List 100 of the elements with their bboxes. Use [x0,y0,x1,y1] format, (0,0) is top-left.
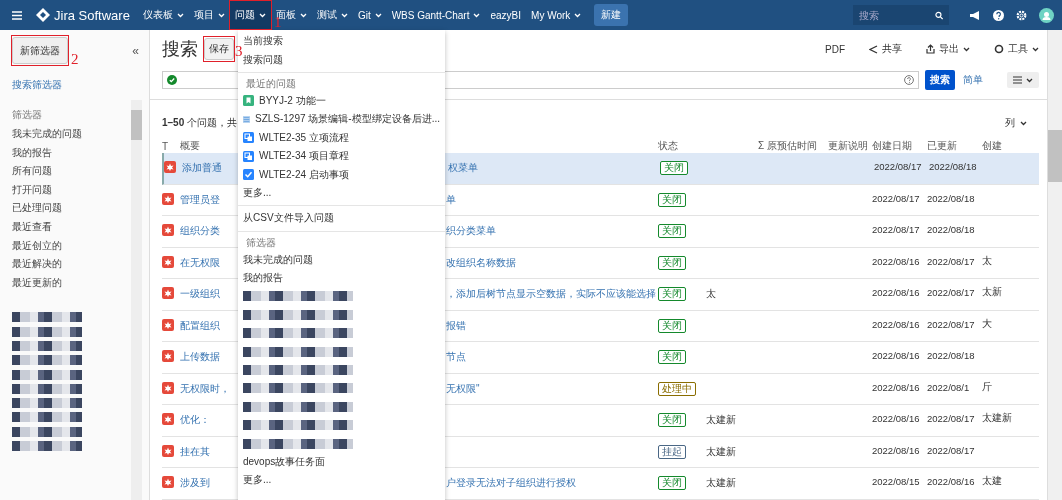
table-cell: 2022/08/17 [927,318,975,330]
column-header: 更新说明 [828,139,869,153]
issue-summary-link[interactable]: 组织分类 [180,225,220,236]
redacted-block [12,441,82,451]
new-filter-button[interactable]: 新筛选器 [12,37,68,64]
table-cell: 2022/08/16 [927,476,975,487]
sidebar-item[interactable]: 所有问题 [12,162,52,181]
table-cell: 2022/08/15 [872,476,920,487]
table-cell: 2022/08/17 [927,444,975,456]
nav-menu-item[interactable]: 测试 [311,0,353,30]
issue-summary-link[interactable]: 一级组织 [180,288,220,299]
search-icon [934,10,943,20]
squares-icon [243,132,254,144]
export-button[interactable]: 导出 [926,42,970,56]
sidebar-item[interactable]: 已处理问题 [12,199,62,218]
table-cell: 2022/08/18 [927,224,975,235]
menu-icon[interactable] [12,10,22,20]
issue-summary-link[interactable]: 无权限时， [180,382,230,394]
issue-summary-link[interactable]: 在无权限 [180,256,220,268]
issue-summary-link[interactable]: 报错 [446,319,466,331]
avatar-icon[interactable] [1039,7,1054,23]
collapse-button[interactable]: « [132,43,139,58]
issue-summary-link[interactable]: 单 [446,193,456,205]
checkbox-icon [243,169,254,181]
nav-menu-item[interactable]: 仪表板 [137,0,189,30]
product-name: Jira Software [54,7,130,23]
menu-item[interactable]: 更多... [238,471,445,490]
menu-item[interactable]: BYYJ-2 功能一 [238,91,445,111]
issue-summary-link[interactable]: ，添加后树节点显示空数据，实际不应该能选择 [446,288,656,299]
nav-menu-item[interactable]: My Work [526,0,587,30]
search-button[interactable]: 搜索 [925,70,955,90]
help-icon[interactable] [993,9,1004,21]
issue-summary-link[interactable]: 管理员登 [180,193,220,205]
columns-button[interactable]: 列 [1005,116,1027,130]
save-button[interactable]: 保存 [204,38,234,60]
redacted-block [12,383,82,394]
menu-item[interactable]: WLTE2-35 立项流程 [238,128,445,147]
menu-item[interactable]: 更多... [238,183,445,203]
issue-summary-link[interactable]: 挂在其 [180,445,210,457]
menu-item[interactable]: SZLS-1297 场景编辑-模型绑定设备后进... [238,110,445,129]
table-cell: 2022/08/17 [874,161,922,172]
issue-summary-link[interactable]: 户登录无法对子组织进行授权 [446,477,576,488]
menu-item[interactable]: WLTE2-24 启动事项 [238,165,445,184]
issue-summary-link[interactable]: 上传数据 [180,351,220,362]
sidebar-item[interactable]: 我的报告 [12,143,52,163]
issue-summary-link[interactable]: 节点 [446,351,466,362]
redacted-block [12,369,82,380]
create-button[interactable]: 新建 [594,4,629,26]
table-cell: 2022/08/18 [929,161,977,172]
column-header: 创建日期 [872,139,913,153]
scrollbar[interactable] [131,100,142,500]
sidebar-item[interactable]: 打开问题 [12,180,52,200]
redacted-block [12,355,82,366]
table-cell: 2022/08/17 [872,224,920,235]
splat-icon [162,192,174,205]
upload-icon [926,44,935,54]
issue-summary-link[interactable]: 优化： [180,414,210,425]
menu-item[interactable]: 我未完成的问题 [238,250,445,269]
sidebar-item[interactable]: 最近查看 [12,217,52,237]
issue-summary-link[interactable]: 添加普通 [182,162,222,173]
annotation-number: 2 [71,52,79,67]
status-lozenge: 关闭 [658,476,686,490]
share-button[interactable]: 共享 [869,42,902,56]
search-filters-link[interactable]: 搜索筛选器 [12,78,62,92]
redacted-block [12,312,82,323]
issue-summary-link[interactable]: 无权限" [446,382,480,394]
search-input[interactable]: 搜索 [859,9,935,21]
table-cell: 2022/08/17 [927,255,975,267]
sidebar-item[interactable]: 最近解决的 [12,255,62,274]
splat-icon [162,476,174,488]
issue-summary-link[interactable]: 涉及到 [180,477,210,488]
nav-menu-item[interactable]: WBS Gantt-Chart [386,0,486,30]
scrollbar[interactable] [1047,30,1062,500]
result-count: 1–50 个问题，共 [162,116,238,130]
issue-summary-link[interactable]: 改组织名称数据 [446,256,516,268]
table-cell: 太建新 [706,477,736,488]
tools-button[interactable]: 工具 [994,42,1039,56]
status-lozenge: 挂起 [658,444,686,459]
pdf-link[interactable]: PDF [825,43,845,55]
search-field[interactable]: 搜索 [853,5,949,25]
sidebar-item[interactable]: 最近更新的 [12,273,62,293]
issue-summary-link[interactable]: 权菜单 [448,162,478,173]
simple-mode-link[interactable]: 简单 [963,73,983,87]
column-header: Σ 原预估时间 [758,139,818,153]
sidebar-item[interactable]: 我未完成的问题 [12,125,82,144]
sidebar-item[interactable]: 最近创立的 [12,236,62,256]
view-menu-button[interactable] [1007,72,1039,88]
splat-icon [162,255,174,268]
table-cell: 2022/08/18 [927,192,975,204]
nav-menu-item[interactable]: 项目 [188,0,230,30]
table-cell: 2022/08/17 [927,413,975,424]
redacted-block [12,426,82,437]
nav-menu-item[interactable]: eazyBI [485,0,527,30]
table-cell: 2022/08/16 [872,350,920,361]
megaphone-icon[interactable] [969,9,981,21]
help-icon[interactable] [904,75,914,85]
issue-summary-link[interactable]: 配置组织 [180,319,220,331]
caret-icon [1020,120,1027,126]
issue-summary-link[interactable]: 织分类菜单 [446,225,496,236]
nav-menu-item[interactable]: Git [352,0,387,30]
